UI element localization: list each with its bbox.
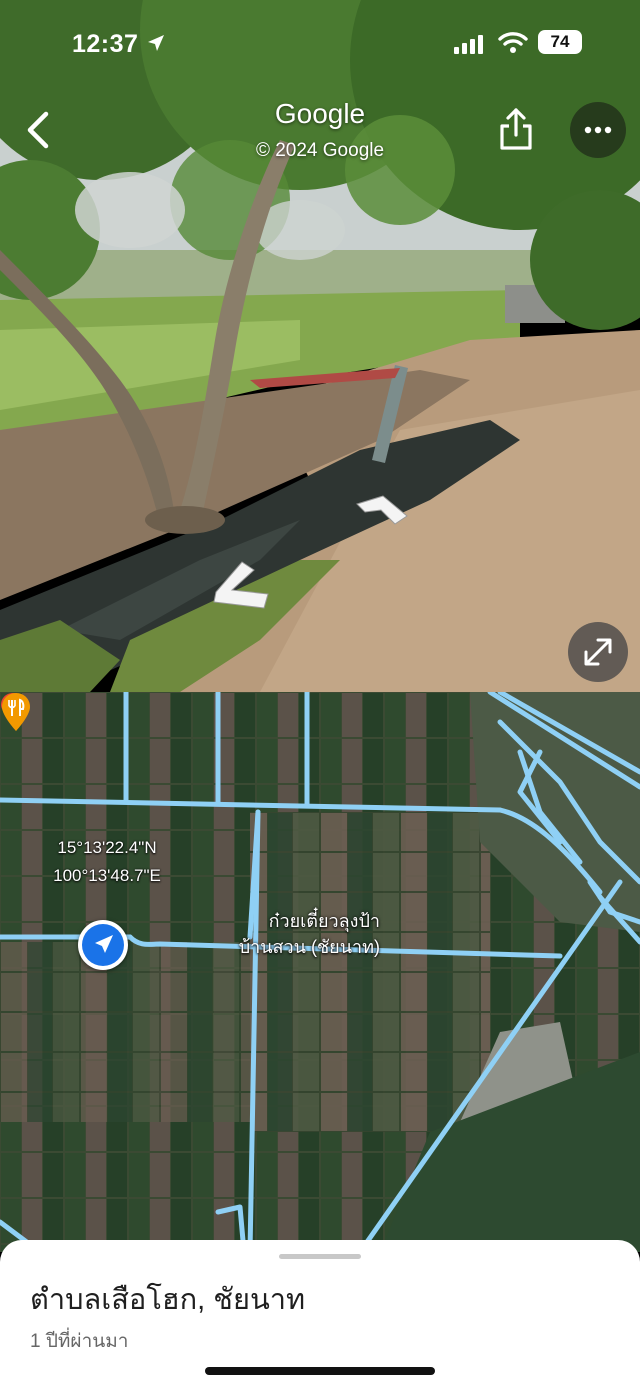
location-services-icon [148, 35, 164, 51]
navigation-arrow-icon [95, 935, 113, 953]
status-time: 12:37 [72, 30, 139, 58]
cellular-signal-icon [454, 35, 483, 54]
home-indicator[interactable] [205, 1367, 435, 1375]
current-location-dot [82, 924, 124, 966]
coordinates-label: 15°13'22.4"N 100°13'48.7"E [22, 834, 192, 890]
more-icon [584, 126, 612, 134]
google-brand: Google [274, 98, 366, 129]
bottom-sheet[interactable]: ตำบลเสือโฮก, ชัยนาท 1 ปีที่ผ่านมา [0, 1240, 640, 1386]
battery-indicator: 74 [538, 30, 582, 54]
coordinates-latitude: 15°13'22.4"N [57, 838, 157, 857]
more-options-button[interactable] [570, 102, 626, 158]
nav-arrow-icon[interactable] [355, 494, 409, 528]
wifi-icon [498, 32, 528, 53]
coordinates-longitude: 100°13'48.7"E [53, 866, 161, 885]
expand-button[interactable] [568, 622, 628, 682]
back-chevron-icon[interactable] [20, 104, 60, 156]
place-title: ตำบลเสือโฮก, ชัยนาท [30, 1284, 306, 1316]
poi-label[interactable]: ก๋วยเตี๋ยวลุงป้า บ้านสวน (ชัยนาท) [210, 908, 380, 960]
poi-name-line1: ก๋วยเตี๋ยวลุงป้า [268, 911, 380, 931]
poi-name-line2: บ้านสวน (ชัยนาท) [238, 937, 380, 957]
satellite-map[interactable]: 15°13'22.4"N 100°13'48.7"E ก๋วยเตี๋ยวลุง… [0, 692, 640, 1252]
map-imagery[interactable] [0, 692, 640, 1252]
restaurant-icon[interactable] [0, 692, 32, 732]
capture-date: 1 ปีที่ผ่านมา [30, 1331, 129, 1352]
status-bar: 12:37 74 [0, 0, 640, 88]
sheet-grabber[interactable] [279, 1254, 361, 1259]
nav-arrow-icon[interactable] [208, 560, 272, 612]
current-location-marker[interactable] [78, 920, 128, 970]
share-icon[interactable] [494, 106, 538, 152]
expand-icon [584, 638, 612, 666]
copyright-text: © 2024 Google [255, 140, 385, 161]
street-view-panel[interactable]: 12:37 74 Google © 2024 Google [0, 0, 640, 692]
